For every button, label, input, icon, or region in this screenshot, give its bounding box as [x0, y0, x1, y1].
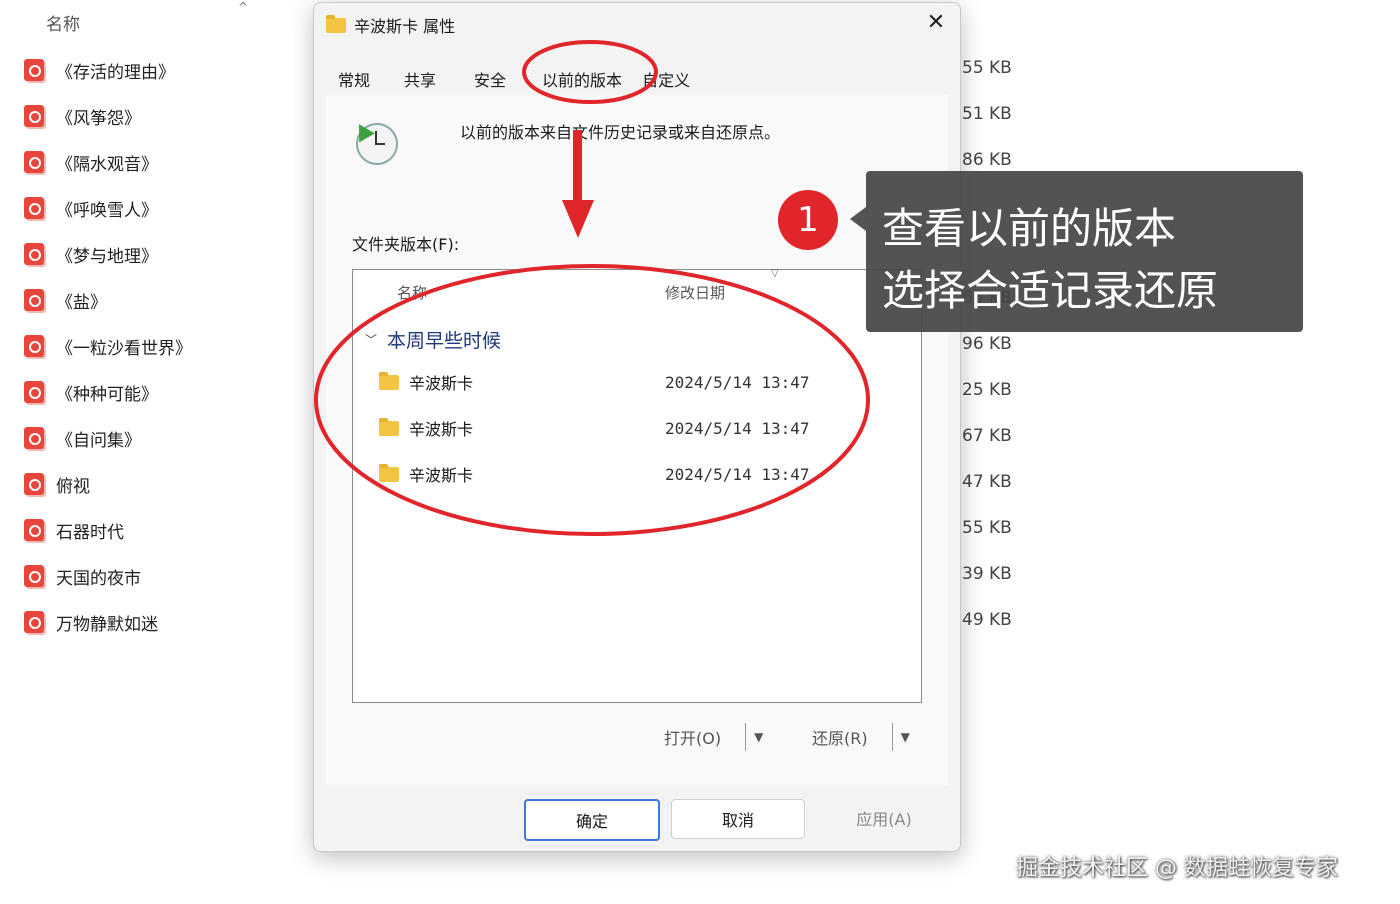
step-badge: 1 [778, 190, 838, 250]
callout-box: 查看以前的版本 选择合适记录还原 [850, 171, 1303, 332]
tab-highlight-ellipse [522, 40, 658, 104]
down-arrow-icon [562, 130, 594, 238]
watermark: 掘金技术社区 @ 数据蛙恢复专家 [1016, 856, 1338, 881]
annotation-overlay [314, 40, 870, 536]
list-highlight-ellipse [314, 264, 870, 536]
callout-line1: 查看以前的版本 [882, 204, 1177, 253]
callout-line2: 选择合适记录还原 [882, 266, 1219, 315]
